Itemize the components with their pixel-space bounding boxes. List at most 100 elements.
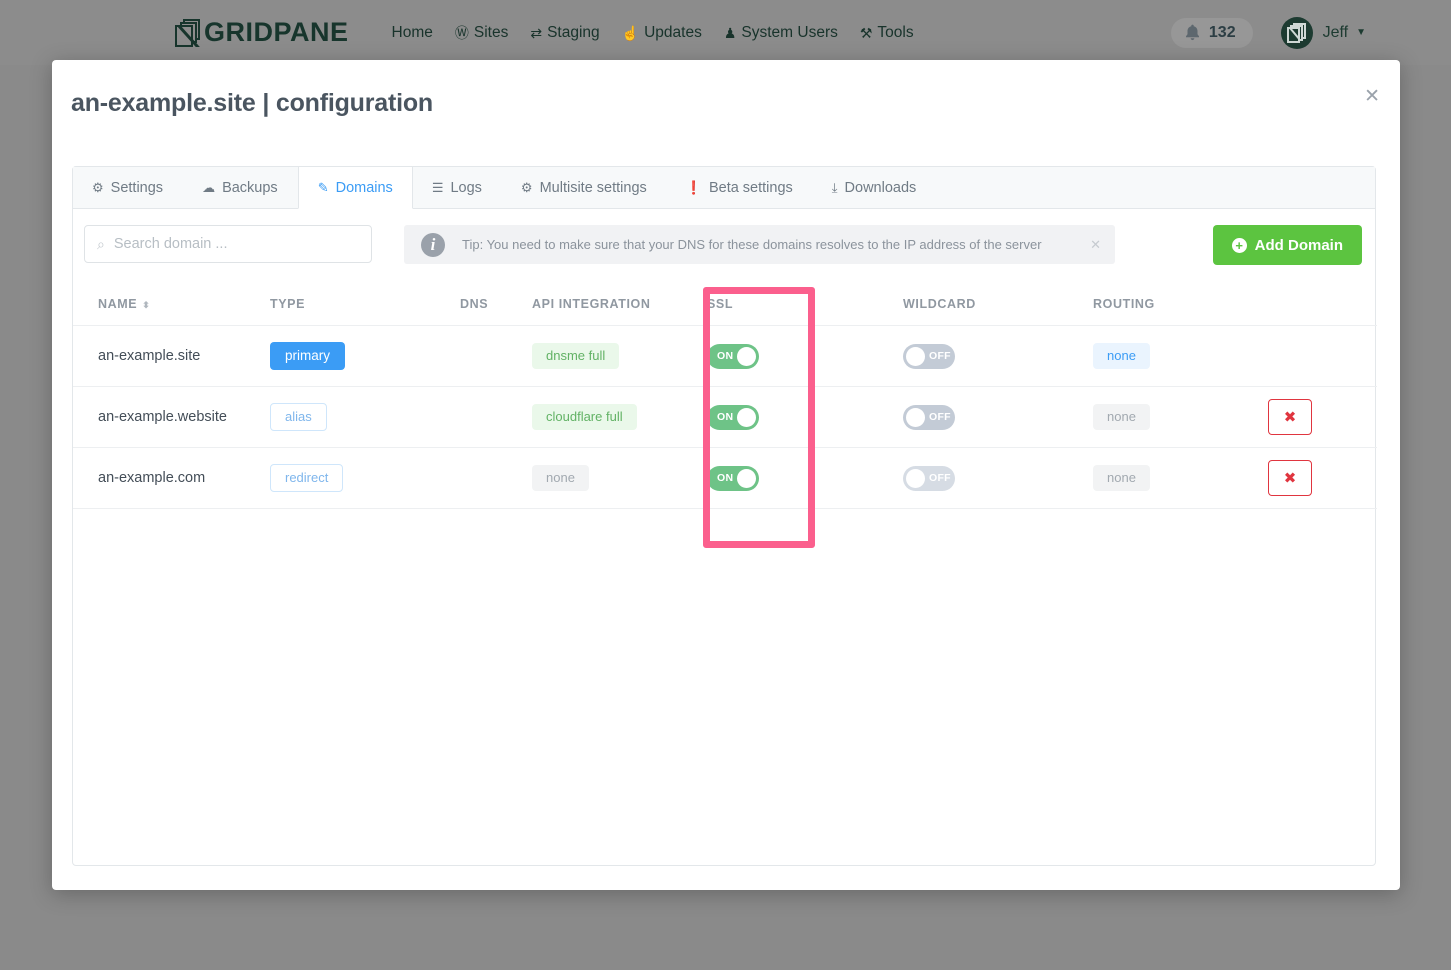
nav-label-sites: Sites (473, 23, 509, 41)
wordpress-icon: Ⓦ (454, 24, 469, 41)
nav-label-system-users: System Users (741, 23, 838, 41)
ssl-toggle[interactable]: ON (707, 465, 759, 491)
search-input[interactable] (113, 236, 349, 252)
staging-arrows-icon: ⇄ (530, 24, 543, 41)
tab-downloads[interactable]: ⤓ Downloads (813, 167, 937, 208)
bell-icon (1185, 24, 1199, 41)
wildcard-toggle[interactable]: OFF (903, 404, 955, 430)
cell-type: alias (270, 402, 460, 432)
gridpane-logo-icon (175, 18, 201, 48)
routing-badge[interactable]: none (1093, 403, 1150, 431)
ssl-toggle[interactable]: ON (707, 404, 759, 430)
user-menu[interactable]: Jeff ▼ (1280, 16, 1366, 49)
column-header-name[interactable]: NAME ⬍ (73, 297, 270, 311)
cell-dns[interactable] (460, 469, 532, 488)
user-avatar-icon (1280, 16, 1313, 49)
close-icon[interactable]: ✕ (1364, 87, 1380, 106)
tip-text: Tip: You need to make sure that your DNS… (462, 237, 1042, 252)
type-badge: primary (270, 341, 346, 371)
api-badge[interactable]: none (532, 464, 589, 492)
tab-label-logs: Logs (450, 179, 482, 196)
column-header-name-label: NAME (98, 296, 138, 311)
nav-item-sites[interactable]: Ⓦ Sites (455, 24, 508, 42)
routing-badge[interactable]: none (1093, 342, 1150, 370)
column-header-dns: DNS (460, 296, 489, 311)
tab-settings[interactable]: ⚙ Settings (73, 167, 183, 208)
nav-item-home[interactable]: Home (387, 24, 433, 42)
exclamation-circle-icon: ❗ (685, 180, 702, 195)
type-badge[interactable]: redirect (270, 463, 344, 493)
ssl-toggle-label: ON (717, 472, 734, 484)
ssl-toggle[interactable]: ON (707, 343, 759, 369)
cell-type: redirect (270, 463, 460, 493)
wildcard-toggle-label: OFF (929, 472, 951, 484)
tab-label-multisite-settings: Multisite settings (539, 179, 647, 196)
close-x-icon: ✖ (1283, 470, 1297, 487)
top-right-actions: 132 Jeff ▼ (1170, 0, 1366, 65)
nav-label-staging: Staging (547, 23, 600, 41)
cell-dns[interactable] (460, 408, 532, 427)
cell-ssl: ON (707, 404, 903, 430)
tab-logs[interactable]: ☰ Logs (413, 167, 502, 208)
cell-api-integration: none (532, 464, 707, 492)
thumbs-up-icon: ☝ (621, 24, 640, 41)
page-title: an-example.site | configuration (71, 89, 433, 117)
domains-toolbar: ⌕ i Tip: You need to make sure that your… (73, 209, 1375, 281)
user-name: Jeff (1322, 23, 1349, 41)
site-configuration-modal: an-example.site | configuration ✕ ⚙ Sett… (52, 60, 1400, 890)
wildcard-toggle[interactable]: OFF (903, 465, 955, 491)
cell-dns[interactable] (460, 347, 532, 366)
cell-wildcard: OFF (903, 465, 1093, 491)
cell-type: primary (270, 341, 460, 371)
table-row: an-example.site primary dnsme full ON OF… (73, 326, 1377, 387)
cell-routing: none (1093, 403, 1268, 431)
delete-domain-button[interactable]: ✖ (1268, 399, 1312, 435)
cell-domain-name: an-example.com (98, 470, 206, 486)
dns-stack-icon (460, 347, 480, 366)
toggle-knob (906, 346, 925, 366)
column-header-routing: ROUTING (1093, 296, 1155, 311)
brand-logo[interactable]: GRIDPANE (175, 17, 349, 48)
domains-table: NAME ⬍ TYPE DNS API INTEGRATION SSL WILDC… (73, 282, 1377, 509)
toggle-knob (737, 346, 756, 366)
notifications-button[interactable]: 132 (1170, 17, 1253, 48)
tab-backups[interactable]: ☁ Backups (183, 167, 298, 208)
sort-icon[interactable]: ⬍ (142, 300, 150, 310)
download-icon: ⤓ (831, 180, 838, 195)
api-badge[interactable]: dnsme full (532, 342, 620, 370)
document-icon: ☰ (431, 180, 444, 195)
tip-close-icon[interactable]: ✕ (1090, 237, 1101, 253)
table-row: an-example.website alias cloudflare full… (73, 387, 1377, 448)
toggle-knob (737, 407, 756, 427)
nav-item-system-users[interactable]: ♟ System Users (724, 24, 838, 42)
add-domain-button[interactable]: + Add Domain (1212, 225, 1362, 265)
wildcard-toggle[interactable]: OFF (903, 343, 955, 369)
dns-tip-banner: i Tip: You need to make sure that your D… (404, 225, 1115, 264)
nav-item-tools[interactable]: ⚒ Tools (860, 24, 914, 42)
wildcard-toggle-label: OFF (929, 411, 951, 423)
type-badge[interactable]: alias (270, 402, 327, 432)
domains-panel: ⚙ Settings ☁ Backups ✎ Domains ☰ Logs ⚙ … (72, 166, 1377, 866)
wrench-icon: ⚒ (859, 24, 873, 41)
table-header-row: NAME ⬍ TYPE DNS API INTEGRATION SSL WILDC… (73, 282, 1377, 326)
nav-item-staging[interactable]: ⇄ Staging (530, 24, 599, 42)
info-icon: i (421, 232, 445, 257)
close-x-icon: ✖ (1283, 409, 1297, 426)
cell-wildcard: OFF (903, 404, 1093, 430)
tab-multisite-settings[interactable]: ⚙ Multisite settings (502, 167, 667, 208)
tab-domains[interactable]: ✎ Domains (297, 167, 413, 209)
chevron-down-icon: ▼ (1356, 27, 1366, 38)
nav-label-home: Home (391, 23, 433, 41)
column-header-ssl: SSL (707, 296, 734, 311)
search-box[interactable]: ⌕ (84, 225, 372, 263)
tab-label-domains: Domains (335, 179, 393, 196)
dns-stack-icon (460, 469, 480, 488)
delete-domain-button[interactable]: ✖ (1268, 460, 1312, 496)
nav-item-updates[interactable]: ☝ Updates (622, 24, 702, 42)
api-badge[interactable]: cloudflare full (532, 403, 637, 431)
tab-beta-settings[interactable]: ❗ Beta settings (667, 167, 813, 208)
routing-badge[interactable]: none (1093, 464, 1150, 492)
cell-ssl: ON (707, 343, 903, 369)
toggle-knob (906, 468, 925, 488)
cell-domain-name: an-example.website (98, 409, 227, 425)
